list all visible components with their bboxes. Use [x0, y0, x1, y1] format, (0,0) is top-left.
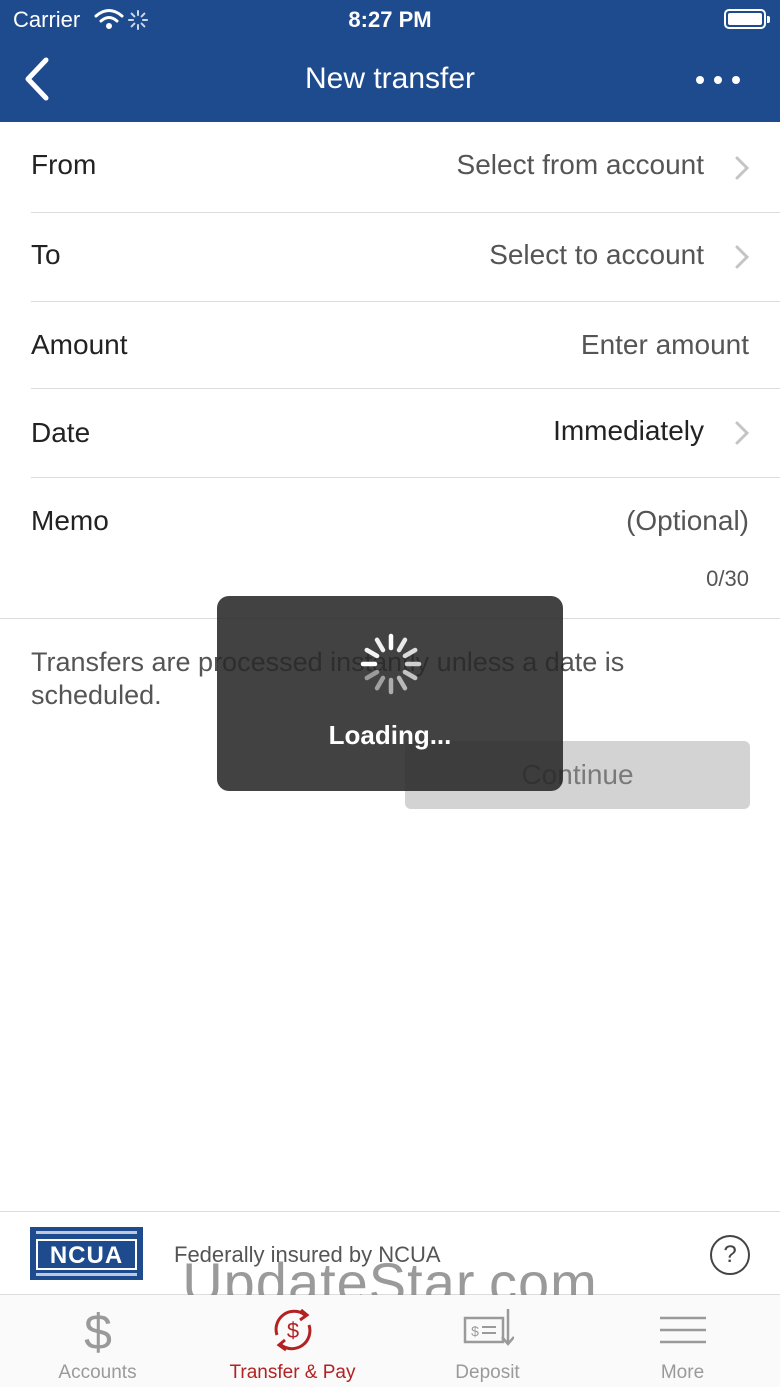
svg-text:$: $ [84, 1305, 112, 1355]
date-value: Immediately [553, 415, 704, 446]
tab-more[interactable]: More [585, 1295, 780, 1387]
ncua-logo: NCUA [30, 1227, 143, 1280]
date-label: Date [31, 417, 91, 448]
memo-char-counter: 0/30 [706, 566, 749, 591]
from-label: From [31, 149, 97, 180]
tab-accounts[interactable]: $ Accounts [0, 1295, 195, 1387]
tab-label: Deposit [455, 1362, 520, 1383]
to-label: To [31, 239, 61, 270]
status-bar: Carrier 8:27 PM [0, 0, 780, 40]
insured-text: Federally insured by NCUA [174, 1242, 441, 1267]
amount-label: Amount [31, 329, 128, 360]
from-account-value: Select from account [456, 149, 704, 180]
amount-input[interactable]: Enter amount [581, 329, 749, 361]
tab-label: Accounts [58, 1362, 137, 1383]
chevron-right-icon [735, 245, 750, 269]
tab-deposit[interactable]: $ Deposit [390, 1295, 585, 1387]
transfer-icon: $ [274, 1308, 312, 1352]
tab-transfer-pay[interactable]: $ Transfer & Pay [195, 1295, 390, 1387]
loading-text: Loading... [328, 720, 452, 750]
date-row[interactable]: Date Immediately [0, 389, 780, 478]
ncua-logo-text: NCUA [49, 1242, 124, 1269]
app-header: Carrier 8:27 PM New transfer [0, 0, 780, 122]
more-options-button[interactable] [696, 70, 740, 90]
memo-label: Memo [31, 505, 109, 536]
tab-label: More [660, 1362, 705, 1383]
memo-input[interactable]: (Optional) [626, 505, 749, 537]
check-deposit-icon: $ [463, 1309, 514, 1346]
loading-overlay: Loading... [217, 596, 563, 791]
help-button[interactable]: ? [710, 1235, 750, 1275]
battery-icon [724, 9, 770, 29]
tab-label: Transfer & Pay [229, 1362, 356, 1383]
dollar-icon: $ [84, 1305, 112, 1355]
status-time: 8:27 PM [348, 7, 432, 32]
loading-spinner-icon [360, 633, 422, 695]
tab-bar: $ Accounts $ Transfer & Pay $ Deposit Mo… [0, 1295, 780, 1387]
to-account-row[interactable]: To Select to account [0, 213, 780, 302]
ellipsis-icon [696, 76, 704, 84]
page-title: New transfer [304, 62, 476, 95]
chevron-right-icon [735, 421, 750, 445]
insured-banner: NCUA Federally insured by NCUA ? [0, 1211, 780, 1295]
svg-text:$: $ [287, 1318, 299, 1343]
chevron-right-icon [735, 156, 750, 180]
svg-text:$: $ [471, 1323, 479, 1339]
from-account-row[interactable]: From Select from account [0, 122, 780, 213]
amount-row[interactable]: Amount Enter amount [0, 302, 780, 389]
to-account-value: Select to account [489, 239, 704, 270]
menu-icon [660, 1316, 706, 1344]
